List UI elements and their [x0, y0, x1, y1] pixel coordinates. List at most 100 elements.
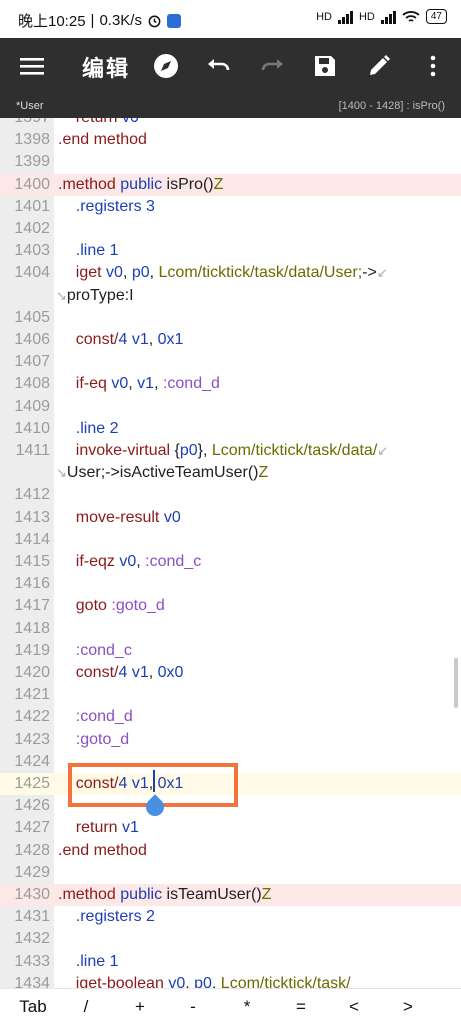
line-number: 1417	[14, 597, 50, 615]
signal1-icon	[337, 10, 353, 24]
line-code: goto :goto_d	[75, 597, 165, 615]
code-line[interactable]: 1416	[0, 573, 461, 595]
more-icon[interactable]	[417, 50, 449, 82]
line-code: invoke-virtual {p0}, Lcom/ticktick/task/…	[75, 442, 389, 459]
code-line[interactable]: 1432	[0, 928, 461, 950]
line-number: 1401	[14, 197, 50, 215]
line-number: 1418	[14, 619, 50, 637]
code-line[interactable]: 1417 goto :goto_d	[0, 595, 461, 617]
battery-indicator: 47	[425, 9, 447, 24]
code-line[interactable]: 1423 :goto_d	[0, 729, 461, 751]
line-code: :cond_c	[75, 641, 132, 659]
line-number: 1416	[14, 575, 50, 593]
code-line[interactable]: 1409	[0, 396, 461, 418]
code-line[interactable]: 1407	[0, 351, 461, 373]
line-code: move-result v0	[75, 508, 181, 526]
line-number: 1427	[14, 819, 50, 837]
code-line[interactable]: 1410 .line 2	[0, 418, 461, 440]
code-line[interactable]: 1403 .line 1	[0, 240, 461, 262]
line-number: 1422	[14, 708, 50, 726]
line-code: const/4 v1, 0x1	[75, 331, 184, 348]
line-number: 1429	[14, 863, 50, 881]
scrollbar[interactable]	[454, 658, 458, 708]
code-line[interactable]: 1420 const/4 v1, 0x0	[0, 662, 461, 684]
line-number: 1434	[14, 974, 50, 988]
line-number: 1420	[14, 664, 50, 681]
line-number: 1399	[14, 153, 50, 171]
line-number: 1412	[14, 486, 50, 504]
line-number: 1421	[14, 686, 50, 704]
code-line[interactable]: 1418	[0, 618, 461, 640]
redo-icon[interactable]	[256, 50, 288, 82]
wifi-icon	[402, 10, 420, 22]
compass-icon[interactable]	[150, 50, 182, 82]
code-line[interactable]: 1398 .end method	[0, 129, 461, 151]
line-number: 1409	[14, 397, 50, 415]
key-less[interactable]: <	[334, 997, 374, 1017]
line-number: 1419	[14, 641, 50, 659]
line-code: .end method	[58, 841, 147, 859]
code-line[interactable]: 1399	[0, 151, 461, 173]
code-line[interactable]: 1405	[0, 307, 461, 329]
line-number: 1433	[14, 952, 50, 970]
code-line[interactable]: 1433 .line 1	[0, 951, 461, 973]
line-code: return v0	[58, 118, 139, 129]
code-line[interactable]: 1408 if-eq v0, v1, :cond_d	[0, 373, 461, 395]
code-line[interactable]: ↘User;->isActiveTeamUser()Z	[0, 462, 461, 484]
line-code: .line 1	[75, 952, 119, 970]
code-line[interactable]: 1401 .registers 3	[0, 196, 461, 218]
line-number: 1424	[14, 752, 50, 770]
line-number: 1408	[14, 375, 50, 393]
status-bar: 晚上10:25 | 0.3K/s HD HD 47	[0, 0, 461, 38]
pencil-icon[interactable]	[363, 50, 395, 82]
key-minus[interactable]: -	[173, 997, 213, 1017]
key-star[interactable]: *	[227, 997, 267, 1017]
line-number: 1428	[14, 841, 50, 859]
code-line[interactable]: 1415 if-eqz v0, :cond_c	[0, 551, 461, 573]
code-editor[interactable]: 1397 return v0 1398 .end method 1399 1400 .me…	[0, 118, 461, 988]
file-tab[interactable]: *User	[16, 100, 44, 112]
key-tab[interactable]: Tab	[13, 997, 53, 1017]
undo-icon[interactable]	[203, 50, 235, 82]
code-line[interactable]: 1422 :cond_d	[0, 706, 461, 728]
line-number: 1411	[15, 442, 50, 459]
key-greater[interactable]: >	[388, 997, 428, 1017]
menu-icon[interactable]	[16, 50, 48, 82]
line-number: 1405	[14, 308, 50, 326]
code-line[interactable]: 1414	[0, 529, 461, 551]
code-line[interactable]: 1411 invoke-virtual {p0}, Lcom/ticktick/…	[0, 440, 461, 462]
key-equals[interactable]: =	[281, 997, 321, 1017]
line-code: .line 2	[75, 419, 119, 437]
code-line[interactable]: 1434 iget-boolean v0, p0, Lcom/ticktick/…	[0, 973, 461, 988]
code-line[interactable]: 1404 iget v0, p0, Lcom/ticktick/task/dat…	[0, 262, 461, 284]
code-line[interactable]: 1406 const/4 v1, 0x1	[0, 329, 461, 351]
line-code: ↘proType:I	[56, 286, 134, 304]
code-line[interactable]: 1428 .end method	[0, 840, 461, 862]
line-code: :cond_d	[75, 708, 133, 726]
line-number: 1432	[14, 930, 50, 948]
key-plus[interactable]: +	[120, 997, 160, 1017]
line-code: .registers 2	[75, 908, 155, 926]
code-line[interactable]: 1419 :cond_c	[0, 640, 461, 662]
code-line[interactable]: 1427 return v1	[0, 817, 461, 839]
text-cursor	[153, 770, 155, 792]
code-line[interactable]: 1402	[0, 218, 461, 240]
key-slash[interactable]: /	[66, 997, 106, 1017]
line-number: 1426	[14, 797, 50, 815]
code-line[interactable]: 1413 move-result v0	[0, 507, 461, 529]
code-line[interactable]: 1400 .method public isPro()Z	[0, 173, 461, 196]
code-line[interactable]: 1429	[0, 862, 461, 884]
line-number: 1404	[14, 264, 50, 282]
symbol-keybar: Tab / + - * = < >	[0, 988, 461, 1025]
save-icon[interactable]	[309, 50, 341, 82]
status-time: 晚上10:25	[18, 13, 86, 30]
code-line[interactable]: ↘proType:I	[0, 285, 461, 307]
code-line[interactable]: 1397 return v0	[0, 118, 461, 129]
code-line[interactable]: 1421	[0, 684, 461, 706]
line-number: 1415	[14, 553, 50, 570]
code-line[interactable]: 1431 .registers 2	[0, 906, 461, 928]
code-line[interactable]: 1412	[0, 484, 461, 506]
code-line[interactable]: 1430 .method public isTeamUser()Z	[0, 884, 461, 907]
line-code: .method public isTeamUser()Z	[58, 886, 272, 903]
alarm-icon	[148, 15, 161, 28]
